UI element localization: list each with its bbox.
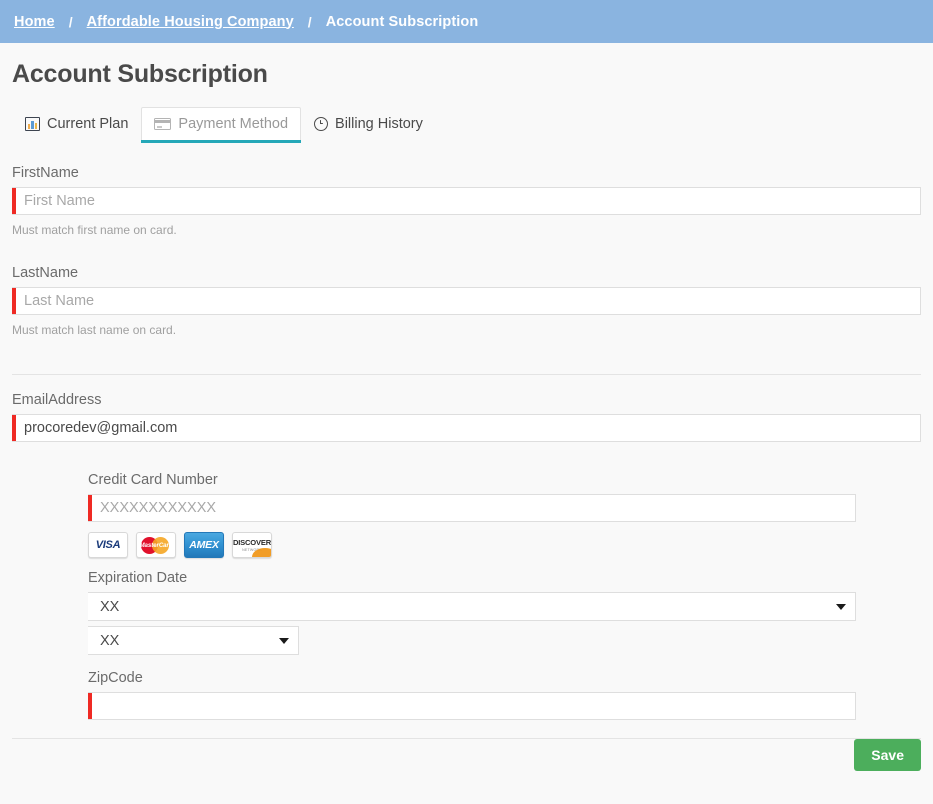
- breadcrumb-item-current: Account Subscription: [325, 13, 479, 30]
- field-email: EmailAddress: [12, 392, 921, 442]
- zip-code-input[interactable]: [92, 693, 855, 719]
- tab-label: Payment Method: [178, 116, 289, 132]
- tab-bar: Current Plan Payment Method Billing Hist…: [12, 107, 933, 140]
- field-credit-card: Credit Card Number: [88, 472, 921, 522]
- last-name-input[interactable]: [16, 288, 920, 314]
- amex-logo: AMEX: [184, 532, 224, 558]
- first-name-label: FirstName: [12, 165, 79, 181]
- mastercard-logo: MasterCard: [136, 532, 176, 558]
- field-zip-code: ZipCode: [88, 670, 921, 720]
- credit-card-label: Credit Card Number: [88, 472, 218, 488]
- section-divider: [12, 374, 921, 375]
- expiration-year-value: XX: [100, 632, 120, 649]
- expiration-date-label: Expiration Date: [88, 570, 188, 586]
- first-name-input[interactable]: [16, 188, 920, 214]
- accepted-card-brands: VISA MasterCard AMEX DISCOVER NETWORK: [88, 532, 921, 558]
- discover-logo-text: DISCOVER: [232, 538, 272, 547]
- zip-code-input-wrap[interactable]: [88, 692, 856, 720]
- visa-logo-text: VISA: [95, 539, 121, 551]
- page-title: Account Subscription: [12, 60, 268, 88]
- expiration-month-select[interactable]: XX: [88, 592, 856, 621]
- field-first-name: FirstName Must match first name on card.: [12, 165, 921, 237]
- chevron-down-icon: [279, 637, 289, 644]
- payment-method-form: FirstName Must match first name on card.…: [0, 165, 933, 739]
- credit-card-input-wrap[interactable]: [88, 494, 856, 522]
- tab-label: Current Plan: [47, 116, 129, 132]
- discover-logo: DISCOVER NETWORK: [232, 532, 272, 558]
- visa-logo: VISA: [88, 532, 128, 558]
- mastercard-circles: MasterCard: [139, 536, 173, 554]
- breadcrumb-separator: /: [68, 13, 73, 30]
- email-input[interactable]: [16, 415, 920, 441]
- field-expiration-date: Expiration Date XX XX: [88, 570, 921, 655]
- save-button[interactable]: Save: [854, 739, 921, 771]
- chevron-down-icon: [836, 603, 846, 610]
- breadcrumb: Home / Affordable Housing Company / Acco…: [0, 0, 933, 43]
- credit-card-input[interactable]: [92, 495, 855, 521]
- tab-label: Billing History: [335, 116, 423, 132]
- expiration-month-value: XX: [100, 598, 120, 615]
- discover-logo-subtext: NETWORK: [242, 548, 262, 552]
- last-name-help: Must match last name on card.: [12, 323, 177, 337]
- breadcrumb-separator: /: [307, 13, 312, 30]
- breadcrumb-item-company[interactable]: Affordable Housing Company: [87, 14, 294, 30]
- amex-logo-text: AMEX: [189, 539, 219, 551]
- credit-card-icon: [154, 118, 172, 130]
- expiration-year-select[interactable]: XX: [88, 626, 299, 655]
- mastercard-logo-text: MasterCard: [139, 541, 173, 549]
- breadcrumb-item-home[interactable]: Home: [14, 14, 55, 30]
- last-name-input-wrap[interactable]: [12, 287, 921, 315]
- zip-code-label: ZipCode: [88, 670, 143, 686]
- email-input-wrap[interactable]: [12, 414, 921, 442]
- bar-chart-icon: [25, 117, 40, 131]
- email-label: EmailAddress: [12, 392, 102, 408]
- first-name-help: Must match first name on card.: [12, 223, 177, 237]
- field-last-name: LastName Must match last name on card.: [12, 265, 921, 337]
- card-details-block: Credit Card Number VISA MasterCard AMEX: [12, 472, 921, 720]
- first-name-input-wrap[interactable]: [12, 187, 921, 215]
- tab-billing-history[interactable]: Billing History: [301, 107, 436, 140]
- tab-payment-method[interactable]: Payment Method: [141, 107, 302, 140]
- tab-bar-underline: [0, 140, 933, 141]
- footer-divider: [12, 738, 921, 739]
- last-name-label: LastName: [12, 265, 79, 281]
- clock-icon: [314, 117, 329, 131]
- tab-current-plan[interactable]: Current Plan: [12, 107, 141, 140]
